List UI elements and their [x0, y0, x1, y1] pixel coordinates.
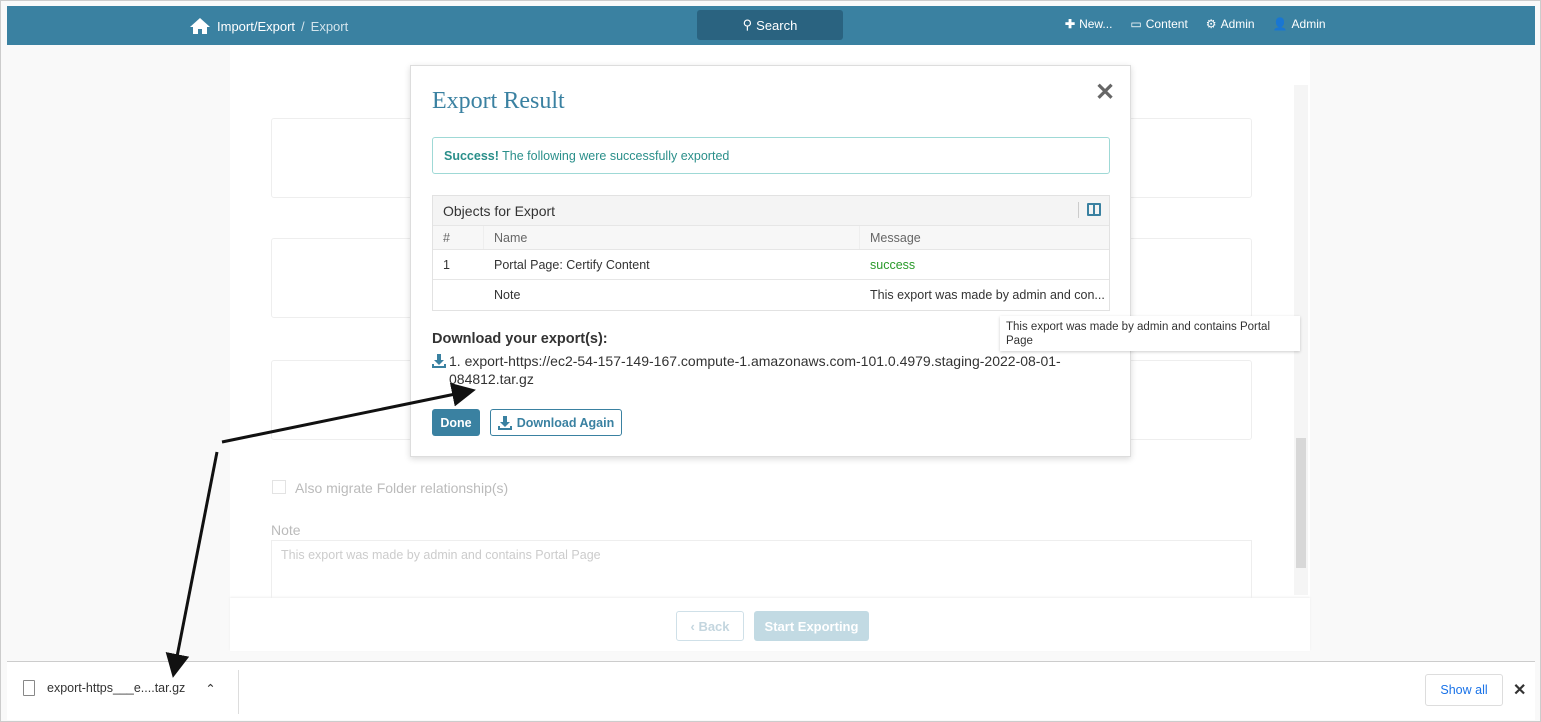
- divider: [1078, 202, 1079, 218]
- cell-message: success: [870, 257, 916, 272]
- download-title: Download your export(s):: [432, 331, 608, 347]
- close-icon[interactable]: ✕: [1095, 78, 1115, 107]
- note-tooltip: This export was made by admin and contai…: [1000, 316, 1300, 351]
- download-link[interactable]: 1. export-https://ec2-54-157-149-167.com…: [432, 352, 1092, 388]
- download-again-label: Download Again: [516, 415, 615, 430]
- cell-name: Portal Page: Certify Content: [494, 257, 650, 272]
- cell-num: 1: [443, 257, 450, 272]
- new-button[interactable]: ✚ New...: [1065, 17, 1112, 31]
- cell-name: Note: [494, 288, 521, 302]
- content-label: Content: [1145, 17, 1188, 31]
- plus-icon: ✚: [1065, 17, 1076, 31]
- top-navbar: Import/Export / Export ⚲ Search ✚ New... …: [7, 6, 1535, 45]
- download-bar: export-https___e....tar.gz ⌃ Show all ✕: [7, 661, 1535, 720]
- breadcrumb-current: Export: [310, 18, 349, 34]
- migrate-folder-label: Also migrate Folder relationship(s): [295, 480, 509, 496]
- download-item[interactable]: export-https___e....tar.gz ⌃: [23, 680, 216, 696]
- header-name: Name: [484, 226, 860, 249]
- search-icon: ⚲: [742, 17, 753, 32]
- table-header-row: # Name Message: [433, 226, 1109, 250]
- scrollbar-thumb[interactable]: [1296, 438, 1306, 568]
- modal-title: Export Result: [432, 88, 565, 114]
- objects-table: Objects for Export # Name Message 1 Port…: [432, 195, 1110, 311]
- cell-message: This export was made by admin and con...: [870, 288, 1105, 302]
- divider: [238, 670, 239, 714]
- close-icon[interactable]: ✕: [1513, 680, 1526, 700]
- new-label: New...: [1079, 17, 1113, 31]
- header-message: Message: [870, 230, 921, 245]
- back-label: Back: [698, 618, 730, 634]
- cell-num: [433, 280, 484, 310]
- gear-icon: ⚙: [1205, 17, 1217, 31]
- user-label: Admin: [1291, 17, 1326, 31]
- user-menu-button[interactable]: 👤 Admin: [1273, 17, 1326, 31]
- back-button[interactable]: ‹ Back: [676, 611, 744, 641]
- alert-text: The following were successfully exported: [502, 149, 730, 163]
- header-num: #: [433, 226, 484, 249]
- search-button[interactable]: ⚲ Search: [697, 10, 843, 40]
- content-button[interactable]: ▭ Content: [1130, 17, 1187, 31]
- table-row: 1 Portal Page: Certify Content success: [433, 250, 1109, 280]
- breadcrumb-import-export[interactable]: Import/Export: [217, 19, 295, 34]
- note-label: Note: [271, 522, 301, 538]
- folder-icon: ▭: [1130, 17, 1142, 31]
- alert-strong: Success!: [444, 149, 499, 163]
- file-icon: [23, 680, 35, 696]
- download-file-name: export-https___e....tar.gz: [47, 681, 186, 695]
- export-result-modal: Export Result ✕ Success! The following w…: [410, 65, 1131, 457]
- chevron-left-icon: ‹: [690, 618, 699, 634]
- table-title: Objects for Export: [443, 203, 556, 219]
- show-all-button[interactable]: Show all: [1425, 674, 1503, 706]
- admin-settings-button[interactable]: ⚙ Admin: [1206, 17, 1255, 31]
- columns-icon[interactable]: [1087, 203, 1101, 216]
- done-button[interactable]: Done: [432, 409, 480, 436]
- admin-settings-label: Admin: [1220, 17, 1255, 31]
- migrate-folder-checkbox[interactable]: [272, 480, 286, 494]
- note-textarea[interactable]: This export was made by admin and contai…: [271, 540, 1252, 600]
- success-alert: Success! The following were successfully…: [432, 137, 1110, 174]
- breadcrumb-separator: /: [301, 18, 305, 34]
- download-icon: [497, 415, 512, 430]
- download-again-button[interactable]: Download Again: [490, 409, 622, 436]
- chevron-up-icon[interactable]: ⌃: [205, 681, 215, 696]
- breadcrumb: Import/Export / Export: [189, 17, 348, 35]
- user-icon: 👤: [1272, 17, 1288, 31]
- start-exporting-button[interactable]: Start Exporting: [754, 611, 869, 641]
- search-label: Search: [756, 17, 798, 33]
- table-row: Note This export was made by admin and c…: [433, 280, 1109, 310]
- home-icon[interactable]: [189, 17, 211, 35]
